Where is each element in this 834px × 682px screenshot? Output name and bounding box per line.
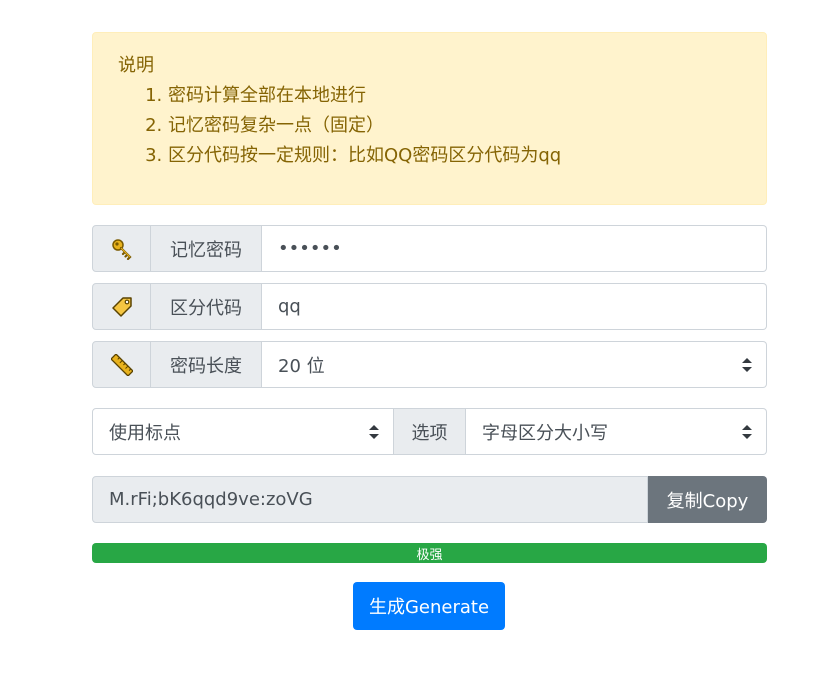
password-length-group: 密码长度 20 位 — [92, 341, 767, 388]
password-length-label: 密码长度 — [151, 341, 262, 388]
notice-heading: 说明 — [118, 55, 154, 76]
generate-button[interactable]: 生成Generate — [353, 582, 505, 630]
strength-progress: 极强 — [92, 543, 767, 563]
key-icon — [92, 225, 151, 272]
tag-icon — [92, 283, 151, 330]
notice-item: 密码计算全部在本地进行 — [168, 81, 741, 111]
result-group: M.rFi;bK6qqd9ve:zoVG 复制Copy — [92, 476, 767, 523]
select-caret-icon — [742, 357, 752, 372]
notice-item: 记忆密码复杂一点（固定） — [168, 111, 741, 141]
case-option-value: 字母区分大小写 — [482, 422, 608, 444]
distinguish-code-group: 区分代码 qq — [92, 283, 767, 330]
select-caret-icon — [369, 424, 379, 439]
memory-password-label: 记忆密码 — [151, 225, 262, 272]
password-generator-form: 说明 密码计算全部在本地进行 记忆密码复杂一点（固定） 区分代码按一定规则：比如… — [92, 32, 767, 563]
password-length-value: 20 位 — [278, 355, 325, 377]
punctuation-select[interactable]: 使用标点 — [92, 408, 394, 455]
punctuation-value: 使用标点 — [109, 422, 181, 444]
generated-password-output[interactable]: M.rFi;bK6qqd9ve:zoVG — [92, 476, 648, 523]
distinguish-code-input[interactable]: qq — [262, 283, 767, 330]
case-option-select[interactable]: 字母区分大小写 — [466, 408, 767, 455]
notice-item: 区分代码按一定规则：比如QQ密码区分代码为qq — [168, 141, 741, 171]
ruler-icon — [92, 341, 151, 388]
password-length-select[interactable]: 20 位 — [262, 341, 767, 388]
notice-alert: 说明 密码计算全部在本地进行 记忆密码复杂一点（固定） 区分代码按一定规则：比如… — [92, 32, 767, 205]
select-caret-icon — [742, 424, 752, 439]
strength-bar: 极强 — [92, 543, 767, 563]
notice-list: 密码计算全部在本地进行 记忆密码复杂一点（固定） 区分代码按一定规则：比如QQ密… — [118, 81, 741, 171]
memory-password-input[interactable]: •••••• — [262, 225, 767, 272]
distinguish-code-label: 区分代码 — [151, 283, 262, 330]
options-group: 使用标点 选项 字母区分大小写 — [92, 408, 767, 455]
memory-password-group: 记忆密码 •••••• — [92, 225, 767, 272]
options-label: 选项 — [394, 408, 466, 455]
copy-button[interactable]: 复制Copy — [648, 476, 767, 523]
